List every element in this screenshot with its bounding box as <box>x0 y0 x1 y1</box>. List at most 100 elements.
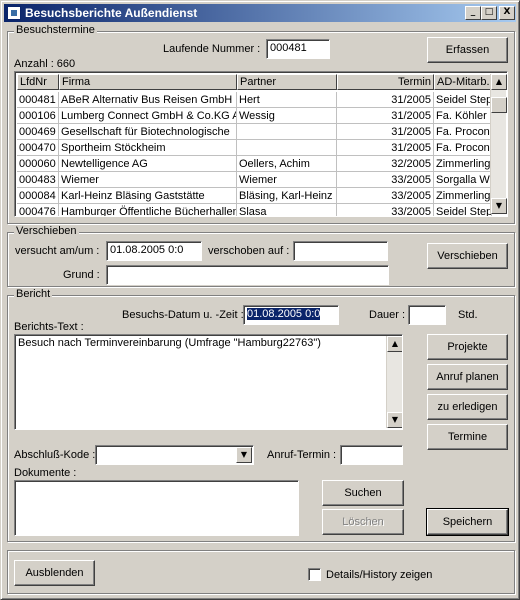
dokumente-list[interactable] <box>14 480 299 536</box>
column-header[interactable]: Firma <box>59 74 237 90</box>
ausblenden-button[interactable]: Ausblenden <box>14 560 95 586</box>
table-cell: 000106 <box>17 108 59 124</box>
table-row[interactable]: 000060 Newtelligence AG Oellers, Achim 32/2… <box>17 156 492 172</box>
suchen-button[interactable]: Suchen <box>322 480 404 506</box>
chevron-down-icon[interactable]: ▼ <box>236 447 252 463</box>
zu-erledigen-button[interactable]: zu erledigen <box>427 394 508 420</box>
table-cell: Fa. Köhler <box>434 108 492 124</box>
anruf-termin-label: Anruf-Termin : <box>267 449 337 461</box>
table-cell <box>237 140 337 156</box>
column-header[interactable]: Partner <box>237 74 337 90</box>
table-header: LfdNr Firma Partner Termin AD-Mitarb. <box>17 74 492 90</box>
table-row[interactable]: 000469 Gesellschaft für Biotechnologische… <box>17 124 492 140</box>
table-cell: Karl-Heinz Bläsing Gaststätte <box>59 188 237 204</box>
details-history-label[interactable]: Details/History zeigen <box>326 569 432 581</box>
close-button[interactable]: X <box>499 6 515 20</box>
title-bar[interactable]: Besuchsberichte Außendienst <box>4 4 516 22</box>
dokumente-label: Dokumente : <box>14 467 77 479</box>
table-cell: Zimmerling I <box>434 156 492 172</box>
besuchs-datum-field[interactable]: 01.08.2005 0:0 <box>243 305 339 325</box>
besuchs-datum-value: 01.08.2005 0:0 <box>247 308 321 320</box>
scroll-down-arrow-icon[interactable]: ▼ <box>491 198 507 214</box>
anzahl-label: Anzahl : 660 <box>14 58 76 70</box>
table-scrollbar[interactable]: ▲ ▼ <box>490 74 507 214</box>
details-history-checkbox[interactable] <box>308 568 321 581</box>
table-cell: 000469 <box>17 124 59 140</box>
text-scrollbar[interactable]: ▲ ▼ <box>386 336 402 428</box>
table-row[interactable]: 000106 Lumberg Connect GmbH & Co.KG A Wess… <box>17 108 492 124</box>
speichern-button[interactable]: Speichern <box>426 508 509 536</box>
table-cell: Zimmerling I <box>434 188 492 204</box>
text-scroll-down-arrow-icon[interactable]: ▼ <box>387 412 402 428</box>
text-scroll-up-arrow-icon[interactable]: ▲ <box>387 336 402 352</box>
grund-field[interactable] <box>106 265 389 285</box>
table-cell: Sorgalla We <box>434 172 492 188</box>
column-header[interactable]: AD-Mitarb. <box>434 74 492 90</box>
table-cell: 31/2005 <box>337 92 434 108</box>
table-cell: 000476 <box>17 204 59 216</box>
loeschen-button[interactable]: Löschen <box>322 509 404 535</box>
verschieben-button[interactable]: Verschieben <box>427 243 508 269</box>
maximize-button[interactable]: □ <box>481 6 497 20</box>
table-cell: 000084 <box>17 188 59 204</box>
table-cell: Lumberg Connect GmbH & Co.KG A <box>59 108 237 124</box>
abschluss-kode-combo[interactable]: ▼ <box>95 445 254 465</box>
table-cell: 33/2005 <box>337 188 434 204</box>
column-header[interactable]: Termin <box>337 74 434 90</box>
berichts-text-label: Berichts-Text : <box>14 321 84 333</box>
table-cell: 000481 <box>17 92 59 108</box>
table-cell <box>237 124 337 140</box>
table-cell: Slasa <box>237 204 337 216</box>
table-cell: 000060 <box>17 156 59 172</box>
versucht-field[interactable]: 01.08.2005 0:0 <box>106 241 202 261</box>
table-row[interactable]: 000483 Wiemer Wiemer 33/2005 Sorgalla We <box>17 172 492 188</box>
termine-button[interactable]: Termine <box>427 424 508 450</box>
table-cell: Sportheim Stöckheim <box>59 140 237 156</box>
table-cell: 31/2005 <box>337 108 434 124</box>
table-cell: Wessig <box>237 108 337 124</box>
table-cell: Fa. Procon <box>434 140 492 156</box>
table-cell: Fa. Procon <box>434 124 492 140</box>
grund-label: Grund : <box>63 269 100 281</box>
minimize-button[interactable]: _ <box>465 6 481 20</box>
table-cell: Seidel Step <box>434 204 492 216</box>
table-cell: 33/2005 <box>337 172 434 188</box>
main-window: Besuchsberichte Außendienst _ □ X Besuch… <box>0 0 520 600</box>
versucht-label: versucht am/um : <box>15 245 100 257</box>
table-row[interactable]: 000476 Hamburger Öffentliche Bücherhallen… <box>17 204 492 216</box>
table-cell: Hert <box>237 92 337 108</box>
table-row[interactable]: 000084 Karl-Heinz Bläsing Gaststätte Bläsi… <box>17 188 492 204</box>
table-cell: Newtelligence AG <box>59 156 237 172</box>
dauer-field[interactable] <box>408 305 446 325</box>
window-title: Besuchsberichte Außendienst <box>25 6 198 20</box>
table-cell: Seidel Step <box>434 92 492 108</box>
table-row[interactable]: 000481 ABeR Alternativ Bus Reisen GmbH Her… <box>17 92 492 108</box>
berichts-text-value: Besuch nach Terminvereinbarung (Umfrage … <box>18 337 321 349</box>
projekte-button[interactable]: Projekte <box>427 334 508 360</box>
scroll-up-arrow-icon[interactable]: ▲ <box>491 74 507 90</box>
laufende-nummer-label: Laufende Nummer : <box>163 43 261 55</box>
table-row[interactable]: 000470 Sportheim Stöckheim 31/2005 Fa. Proc… <box>17 140 492 156</box>
berichts-text-area[interactable]: Besuch nach Terminvereinbarung (Umfrage … <box>14 334 403 430</box>
verschoben-label: verschoben auf : <box>208 245 290 257</box>
app-icon <box>7 6 21 20</box>
erfassen-button[interactable]: Erfassen <box>427 37 508 63</box>
table-cell: 32/2005 <box>337 156 434 172</box>
table-cell: Gesellschaft für Biotechnologische <box>59 124 237 140</box>
table-cell: Bläsing, Karl-Heinz <box>237 188 337 204</box>
table-cell: 000483 <box>17 172 59 188</box>
besuchs-datum-label: Besuchs-Datum u. -Zeit : <box>122 309 244 321</box>
verschoben-field[interactable] <box>293 241 388 261</box>
besuchstermine-table[interactable]: LfdNr Firma Partner Termin AD-Mitarb. 00… <box>14 71 508 217</box>
verschieben-group-title: Verschieben <box>14 225 79 237</box>
scroll-thumb[interactable] <box>491 97 507 113</box>
laufende-nummer-field[interactable]: 000481 <box>266 39 330 59</box>
column-header[interactable]: LfdNr <box>17 74 59 90</box>
table-cell: Wiemer <box>237 172 337 188</box>
table-cell: Wiemer <box>59 172 237 188</box>
anruf-termin-field[interactable] <box>340 445 403 465</box>
table-cell: Hamburger Öffentliche Bücherhallen <box>59 204 237 216</box>
table-cell: ABeR Alternativ Bus Reisen GmbH <box>59 92 237 108</box>
anruf-planen-button[interactable]: Anruf planen <box>427 364 508 390</box>
besuchstermine-group-title: Besuchstermine <box>14 24 97 36</box>
